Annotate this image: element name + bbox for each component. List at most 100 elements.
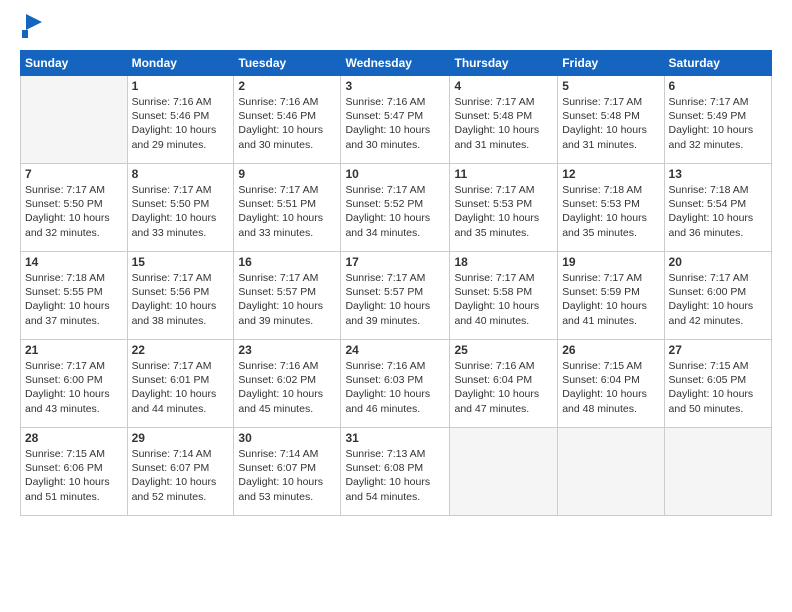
cell-content: Sunrise: 7:18 AMSunset: 5:54 PMDaylight:… (669, 183, 767, 240)
cell-content: Sunrise: 7:16 AMSunset: 6:03 PMDaylight:… (345, 359, 445, 416)
day-number: 10 (345, 167, 445, 181)
calendar-cell: 3Sunrise: 7:16 AMSunset: 5:47 PMDaylight… (341, 76, 450, 164)
calendar-cell: 23 Sunrise: 7:16 AMSunset: 6:02 PMDayligh… (234, 340, 341, 428)
cell-content: Sunrise: 7:17 AMSunset: 5:49 PMDaylight:… (669, 95, 767, 152)
calendar-cell: 10 Sunrise: 7:17 AMSunset: 5:52 PMDayligh… (341, 164, 450, 252)
day-number: 9 (238, 167, 336, 181)
day-number: 24 (345, 343, 445, 357)
day-number: 1 (132, 79, 230, 93)
cell-content: Sunrise: 7:18 AMSunset: 5:55 PMDaylight:… (25, 271, 123, 328)
day-number: 18 (454, 255, 553, 269)
calendar-cell: 9 Sunrise: 7:17 AMSunset: 5:51 PMDaylight… (234, 164, 341, 252)
day-number: 14 (25, 255, 123, 269)
cell-content: Sunrise: 7:17 AMSunset: 6:00 PMDaylight:… (25, 359, 123, 416)
calendar-cell: 30Sunrise: 7:14 AMSunset: 6:07 PMDayligh… (234, 428, 341, 516)
cell-content: Sunrise: 7:17 AMSunset: 5:50 PMDaylight:… (25, 183, 123, 240)
calendar-header-row: SundayMondayTuesdayWednesdayThursdayFrid… (21, 51, 772, 76)
day-number: 22 (132, 343, 230, 357)
day-number: 31 (345, 431, 445, 445)
calendar-week-5: 28 Sunrise: 7:15 AMSunset: 6:06 PMDayligh… (21, 428, 772, 516)
cell-content: Sunrise: 7:18 AMSunset: 5:53 PMDaylight:… (562, 183, 659, 240)
day-number: 8 (132, 167, 230, 181)
header (20, 16, 772, 38)
cell-content: Sunrise: 7:17 AMSunset: 5:52 PMDaylight:… (345, 183, 445, 240)
calendar-cell: 19Sunrise: 7:17 AMSunset: 5:59 PMDayligh… (558, 252, 664, 340)
day-number: 7 (25, 167, 123, 181)
cell-content: Sunrise: 7:17 AMSunset: 5:48 PMDaylight:… (454, 95, 553, 152)
calendar-cell: 21 Sunrise: 7:17 AMSunset: 6:00 PMDayligh… (21, 340, 128, 428)
calendar-cell: 24 Sunrise: 7:16 AMSunset: 6:03 PMDayligh… (341, 340, 450, 428)
calendar-cell: 18 Sunrise: 7:17 AMSunset: 5:58 PMDayligh… (450, 252, 558, 340)
calendar-cell: 17Sunrise: 7:17 AMSunset: 5:57 PMDayligh… (341, 252, 450, 340)
calendar-cell (664, 428, 771, 516)
calendar-cell: 11 Sunrise: 7:17 AMSunset: 5:53 PMDayligh… (450, 164, 558, 252)
calendar-cell: 12 Sunrise: 7:18 AMSunset: 5:53 PMDayligh… (558, 164, 664, 252)
cell-content: Sunrise: 7:14 AMSunset: 6:07 PMDaylight:… (132, 447, 230, 504)
cell-content: Sunrise: 7:17 AMSunset: 5:53 PMDaylight:… (454, 183, 553, 240)
day-number: 4 (454, 79, 553, 93)
day-number: 6 (669, 79, 767, 93)
logo (20, 16, 42, 38)
day-number: 17 (345, 255, 445, 269)
day-number: 29 (132, 431, 230, 445)
calendar-cell: 4 Sunrise: 7:17 AMSunset: 5:48 PMDaylight… (450, 76, 558, 164)
day-header-saturday: Saturday (664, 51, 771, 76)
calendar-cell: 20 Sunrise: 7:17 AMSunset: 6:00 PMDayligh… (664, 252, 771, 340)
day-number: 5 (562, 79, 659, 93)
cell-content: Sunrise: 7:17 AMSunset: 5:58 PMDaylight:… (454, 271, 553, 328)
cell-content: Sunrise: 7:16 AMSunset: 5:46 PMDaylight:… (238, 95, 336, 152)
calendar-cell (21, 76, 128, 164)
day-header-tuesday: Tuesday (234, 51, 341, 76)
day-number: 16 (238, 255, 336, 269)
day-header-wednesday: Wednesday (341, 51, 450, 76)
calendar-cell (558, 428, 664, 516)
cell-content: Sunrise: 7:16 AMSunset: 6:02 PMDaylight:… (238, 359, 336, 416)
day-number: 26 (562, 343, 659, 357)
day-number: 20 (669, 255, 767, 269)
logo-icon (22, 14, 42, 38)
cell-content: Sunrise: 7:16 AMSunset: 5:47 PMDaylight:… (345, 95, 445, 152)
calendar-cell: 1 Sunrise: 7:16 AMSunset: 5:46 PMDaylight… (127, 76, 234, 164)
calendar-cell (450, 428, 558, 516)
calendar-week-2: 7 Sunrise: 7:17 AMSunset: 5:50 PMDaylight… (21, 164, 772, 252)
calendar-cell: 8 Sunrise: 7:17 AMSunset: 5:50 PMDaylight… (127, 164, 234, 252)
calendar-cell: 6 Sunrise: 7:17 AMSunset: 5:49 PMDaylight… (664, 76, 771, 164)
day-header-friday: Friday (558, 51, 664, 76)
cell-content: Sunrise: 7:13 AMSunset: 6:08 PMDaylight:… (345, 447, 445, 504)
day-number: 30 (238, 431, 336, 445)
cell-content: Sunrise: 7:17 AMSunset: 5:51 PMDaylight:… (238, 183, 336, 240)
cell-content: Sunrise: 7:17 AMSunset: 5:48 PMDaylight:… (562, 95, 659, 152)
calendar-cell: 27 Sunrise: 7:15 AMSunset: 6:05 PMDayligh… (664, 340, 771, 428)
day-number: 15 (132, 255, 230, 269)
day-number: 28 (25, 431, 123, 445)
calendar-cell: 7 Sunrise: 7:17 AMSunset: 5:50 PMDaylight… (21, 164, 128, 252)
cell-content: Sunrise: 7:17 AMSunset: 5:57 PMDaylight:… (238, 271, 336, 328)
calendar-cell: 14 Sunrise: 7:18 AMSunset: 5:55 PMDayligh… (21, 252, 128, 340)
day-number: 2 (238, 79, 336, 93)
calendar-cell: 26 Sunrise: 7:15 AMSunset: 6:04 PMDayligh… (558, 340, 664, 428)
day-number: 13 (669, 167, 767, 181)
day-number: 27 (669, 343, 767, 357)
page-container: SundayMondayTuesdayWednesdayThursdayFrid… (0, 0, 792, 526)
day-number: 12 (562, 167, 659, 181)
cell-content: Sunrise: 7:17 AMSunset: 6:00 PMDaylight:… (669, 271, 767, 328)
calendar-week-4: 21 Sunrise: 7:17 AMSunset: 6:00 PMDayligh… (21, 340, 772, 428)
calendar-week-3: 14 Sunrise: 7:18 AMSunset: 5:55 PMDayligh… (21, 252, 772, 340)
calendar-cell: 29 Sunrise: 7:14 AMSunset: 6:07 PMDayligh… (127, 428, 234, 516)
day-header-thursday: Thursday (450, 51, 558, 76)
day-number: 11 (454, 167, 553, 181)
cell-content: Sunrise: 7:16 AMSunset: 5:46 PMDaylight:… (132, 95, 230, 152)
day-number: 21 (25, 343, 123, 357)
calendar-table: SundayMondayTuesdayWednesdayThursdayFrid… (20, 50, 772, 516)
cell-content: Sunrise: 7:15 AMSunset: 6:04 PMDaylight:… (562, 359, 659, 416)
calendar-cell: 15 Sunrise: 7:17 AMSunset: 5:56 PMDayligh… (127, 252, 234, 340)
cell-content: Sunrise: 7:17 AMSunset: 6:01 PMDaylight:… (132, 359, 230, 416)
day-number: 19 (562, 255, 659, 269)
cell-content: Sunrise: 7:17 AMSunset: 5:50 PMDaylight:… (132, 183, 230, 240)
day-number: 23 (238, 343, 336, 357)
cell-content: Sunrise: 7:15 AMSunset: 6:05 PMDaylight:… (669, 359, 767, 416)
cell-content: Sunrise: 7:15 AMSunset: 6:06 PMDaylight:… (25, 447, 123, 504)
calendar-cell: 31 Sunrise: 7:13 AMSunset: 6:08 PMDayligh… (341, 428, 450, 516)
cell-content: Sunrise: 7:17 AMSunset: 5:56 PMDaylight:… (132, 271, 230, 328)
calendar-cell: 13 Sunrise: 7:18 AMSunset: 5:54 PMDayligh… (664, 164, 771, 252)
